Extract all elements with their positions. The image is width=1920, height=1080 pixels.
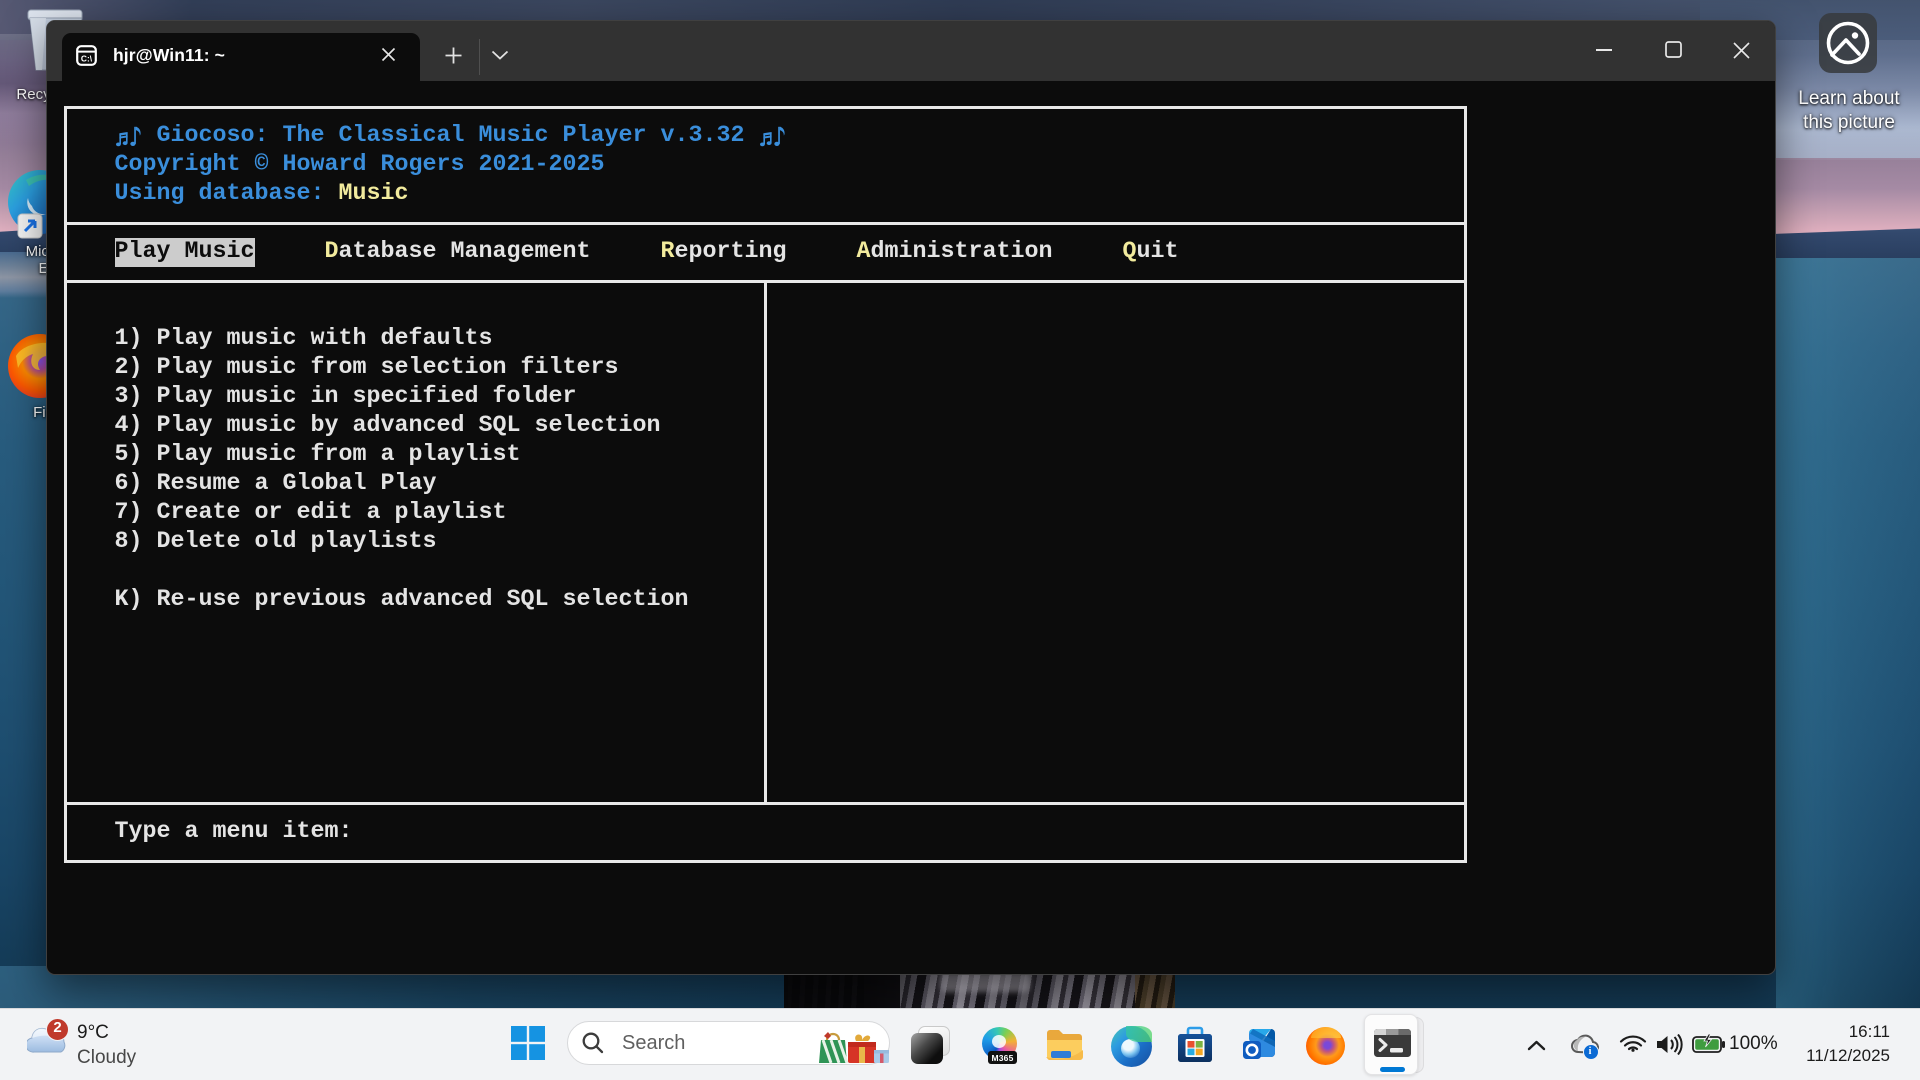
svg-text:C:\: C:\ [81,53,93,63]
